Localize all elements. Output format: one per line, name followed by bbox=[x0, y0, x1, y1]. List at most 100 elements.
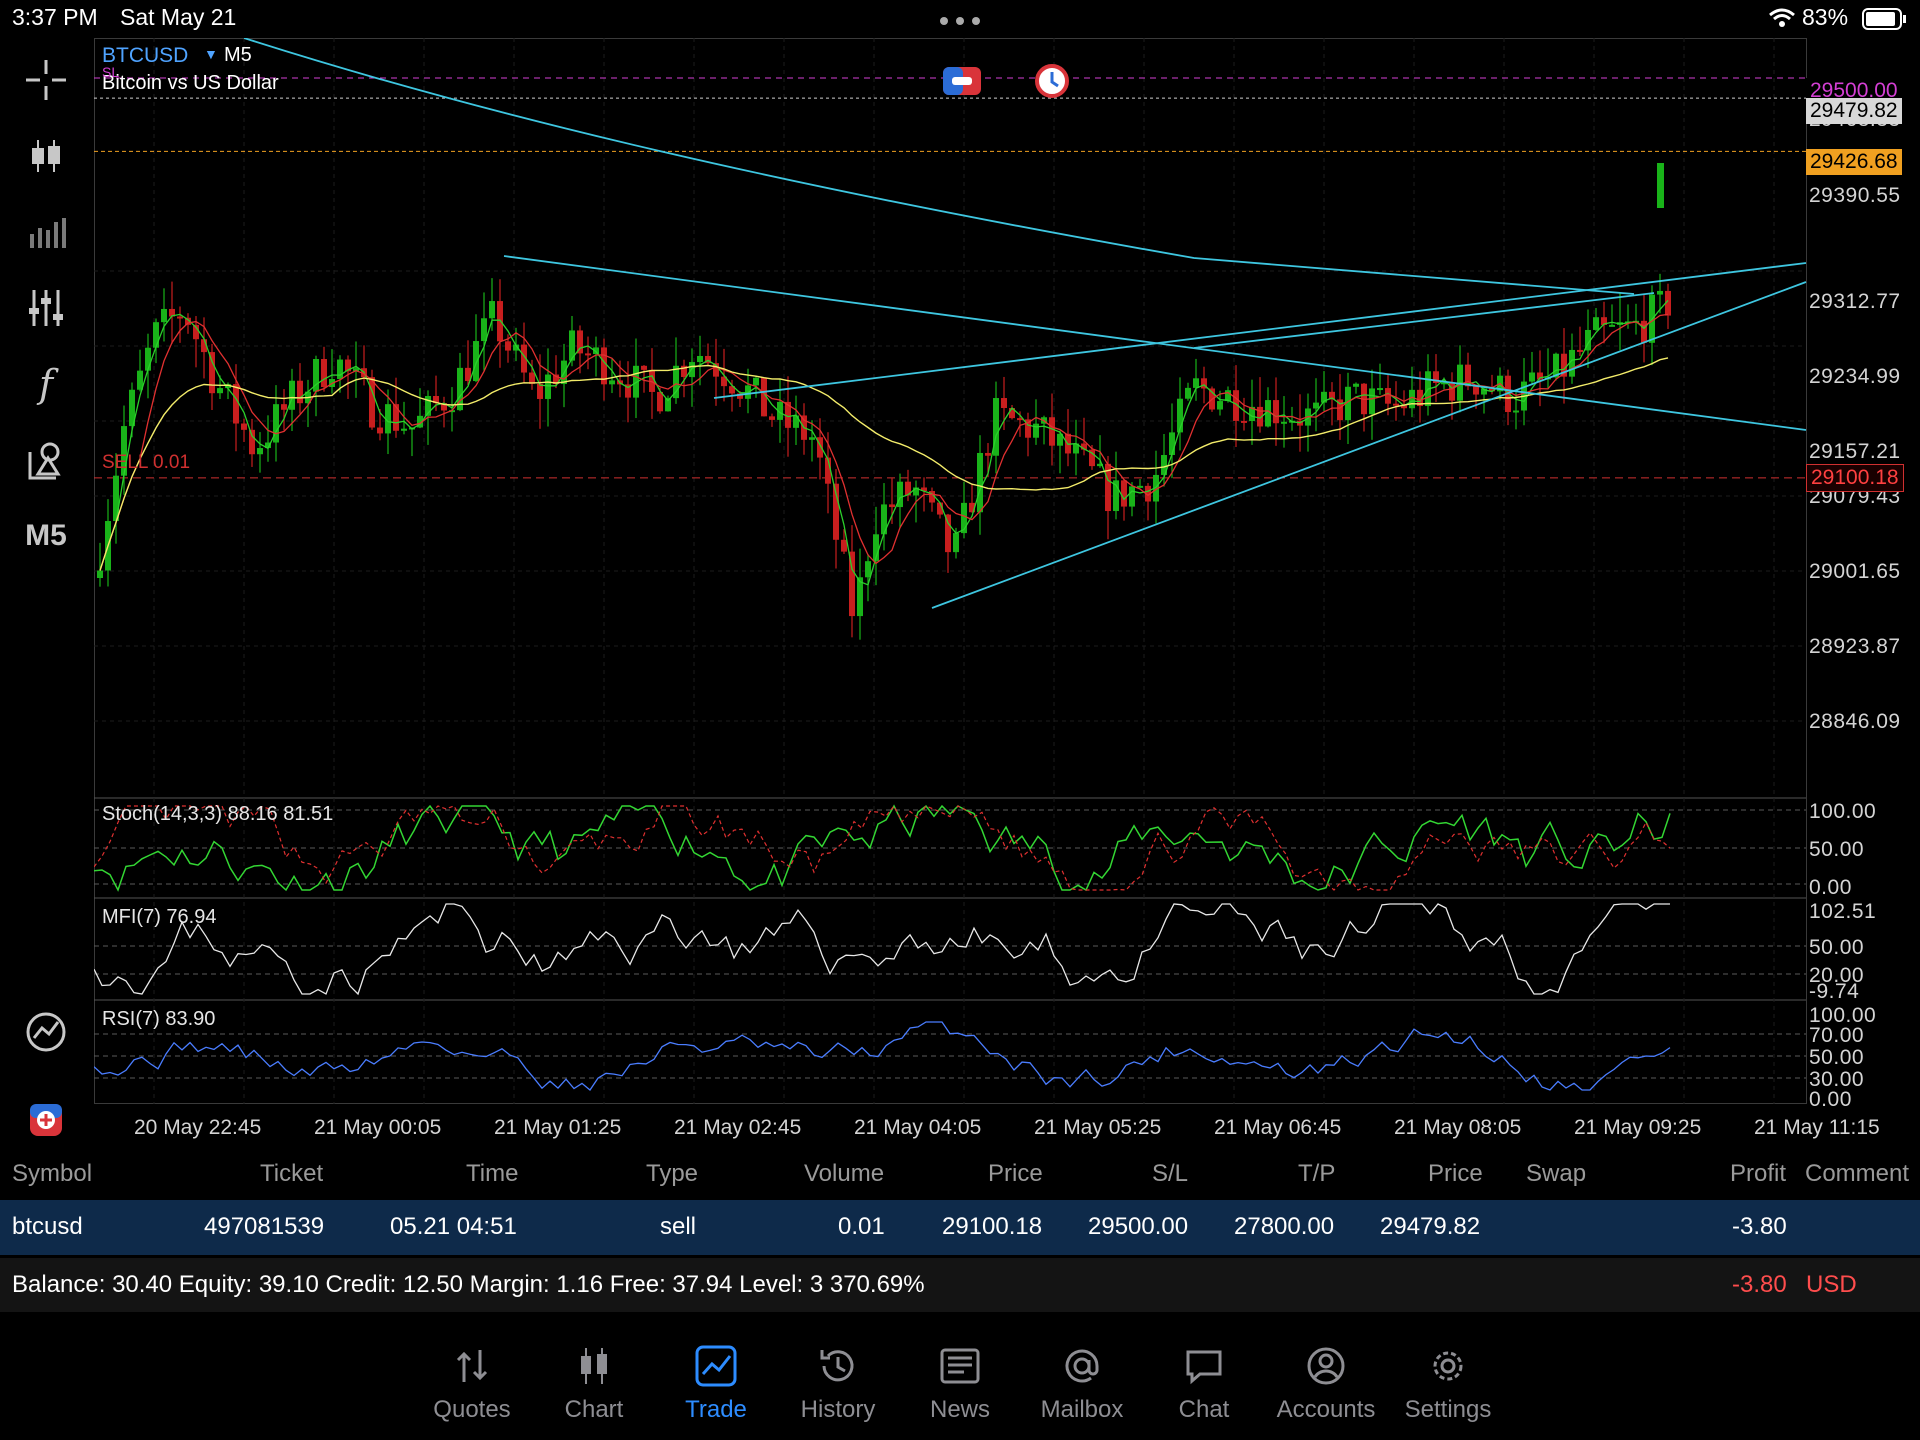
cell-type: sell bbox=[660, 1213, 697, 1240]
mfi-line bbox=[94, 903, 1670, 996]
tab-quotes[interactable]: Quotes bbox=[412, 1340, 532, 1424]
clock-icon[interactable] bbox=[1032, 64, 1072, 103]
candlestick-type-icon[interactable] bbox=[20, 130, 72, 182]
col-profit[interactable]: Profit bbox=[1730, 1160, 1786, 1188]
trade-chart-icon[interactable] bbox=[20, 1006, 72, 1058]
candle-body bbox=[217, 388, 223, 394]
one-click-trading-icon[interactable] bbox=[942, 66, 982, 101]
candle-body bbox=[1241, 420, 1247, 423]
candle-body bbox=[489, 301, 495, 319]
tab-accounts[interactable]: Accounts bbox=[1266, 1340, 1386, 1424]
battery-icon bbox=[1862, 8, 1908, 35]
candle-body bbox=[1449, 382, 1455, 401]
current-price-tag: 29479.82 bbox=[1806, 98, 1902, 124]
status-date: Sat May 21 bbox=[120, 4, 237, 30]
col-current-price[interactable]: Price bbox=[1428, 1160, 1483, 1188]
candle-body bbox=[1369, 388, 1375, 415]
cell-profit: -3.80 bbox=[1732, 1213, 1787, 1240]
sell-position-label: SELL 0.01 bbox=[102, 452, 191, 473]
tab-news[interactable]: News bbox=[900, 1340, 1020, 1424]
candle-body bbox=[753, 377, 759, 386]
settings-icon bbox=[1388, 1340, 1508, 1392]
mfi-axis-label: 102.51 bbox=[1809, 900, 1877, 923]
bid-price-tag: 29426.68 bbox=[1806, 149, 1902, 175]
tab-history[interactable]: History bbox=[778, 1340, 898, 1424]
candle-body bbox=[249, 429, 255, 455]
col-price[interactable]: Price bbox=[988, 1160, 1043, 1188]
candle-body bbox=[1313, 402, 1319, 409]
cell-price: 29100.18 bbox=[942, 1213, 1043, 1240]
price-axis-label: 29312.77 bbox=[1809, 290, 1901, 313]
trendline-curve bbox=[243, 38, 1635, 295]
sl-tag: SL bbox=[102, 64, 120, 80]
candle-body bbox=[233, 384, 239, 424]
candle-body bbox=[177, 316, 183, 319]
col-swap[interactable]: Swap bbox=[1526, 1160, 1586, 1188]
candle-body bbox=[849, 551, 855, 617]
bar-chart-type-icon[interactable] bbox=[20, 206, 72, 258]
candle-body bbox=[1121, 480, 1127, 507]
candle-body bbox=[697, 355, 703, 363]
candle-body bbox=[1593, 317, 1599, 330]
tab-chart[interactable]: Chart bbox=[534, 1340, 654, 1424]
table-row[interactable]: btcusd 497081539 05.21 04:51 sell 0.01 2… bbox=[0, 1200, 1920, 1255]
stoch-axis-label: 0.00 bbox=[1809, 876, 1852, 899]
col-type[interactable]: Type bbox=[646, 1160, 698, 1188]
col-sl[interactable]: S/L bbox=[1152, 1160, 1188, 1188]
function-icon[interactable]: f bbox=[20, 358, 72, 410]
crosshair-icon[interactable] bbox=[20, 54, 72, 106]
candle-body bbox=[769, 416, 775, 420]
tab-mailbox[interactable]: Mailbox bbox=[1022, 1340, 1142, 1424]
candle-body bbox=[257, 448, 263, 455]
col-time[interactable]: Time bbox=[466, 1160, 518, 1188]
tab-chat[interactable]: Chat bbox=[1144, 1340, 1264, 1424]
mailbox-icon bbox=[1022, 1340, 1142, 1392]
candle-body bbox=[1473, 386, 1479, 395]
candle-body bbox=[281, 404, 287, 410]
time-axis-label: 21 May 11:15 bbox=[1754, 1116, 1880, 1139]
tab-trade[interactable]: Trade bbox=[656, 1340, 776, 1424]
chart-area[interactable]: BTCUSD ▼ M5 Bitcoin vs US Dollar SL SELL… bbox=[94, 38, 1920, 1139]
candle-body bbox=[657, 391, 663, 412]
candle-body bbox=[297, 380, 303, 404]
col-ticket[interactable]: Ticket bbox=[260, 1160, 323, 1188]
col-symbol[interactable]: Symbol bbox=[12, 1160, 92, 1188]
candle-body bbox=[505, 341, 511, 351]
trade-table-header: Symbol Ticket Time Type Volume Price S/L… bbox=[0, 1150, 1920, 1196]
col-tp[interactable]: T/P bbox=[1298, 1160, 1335, 1188]
candle-body bbox=[153, 322, 159, 348]
candle-body bbox=[1049, 417, 1055, 446]
col-volume[interactable]: Volume bbox=[804, 1160, 884, 1188]
candle-body bbox=[1169, 432, 1175, 456]
candle-body bbox=[1513, 410, 1519, 413]
status-time: 3:37 PM bbox=[12, 4, 98, 30]
candle-body bbox=[545, 374, 551, 399]
news-icon bbox=[900, 1340, 1020, 1392]
chevron-down-icon[interactable]: ▼ bbox=[204, 46, 218, 62]
rsi-axis-label: 50.00 bbox=[1809, 1046, 1865, 1069]
stoch-label: Stoch(14,3,3) 88.16 81.51 bbox=[102, 803, 334, 825]
cell-current-price: 29479.82 bbox=[1380, 1213, 1481, 1240]
wifi-icon bbox=[1768, 6, 1796, 35]
candle-body bbox=[1529, 372, 1535, 382]
entry-price-tag: 29100.18 bbox=[1806, 464, 1904, 492]
candle-body bbox=[1225, 390, 1231, 402]
timeframe-button[interactable]: M5 bbox=[20, 510, 72, 562]
objects-icon[interactable] bbox=[20, 434, 72, 486]
price-chart[interactable] bbox=[94, 38, 1920, 1138]
candle-body bbox=[377, 427, 383, 434]
total-profit: -3.80 bbox=[1732, 1271, 1787, 1298]
new-order-icon[interactable] bbox=[20, 1094, 72, 1146]
col-comment[interactable]: Comment bbox=[1805, 1160, 1909, 1188]
indicators-settings-icon[interactable] bbox=[20, 282, 72, 334]
candle-body bbox=[1185, 387, 1191, 399]
time-axis-label: 21 May 00:05 bbox=[314, 1116, 442, 1139]
multitask-dots-icon[interactable] bbox=[938, 14, 982, 32]
time-axis-label: 21 May 04:05 bbox=[854, 1116, 982, 1139]
last-candle bbox=[1657, 163, 1664, 208]
candle-body bbox=[1001, 398, 1007, 409]
status-bar: 3:37 PM Sat May 21 83% bbox=[0, 0, 1920, 38]
time-axis-label: 21 May 05:25 bbox=[1034, 1116, 1162, 1139]
stoch-axis-label: 50.00 bbox=[1809, 838, 1865, 861]
tab-settings[interactable]: Settings bbox=[1388, 1340, 1508, 1424]
